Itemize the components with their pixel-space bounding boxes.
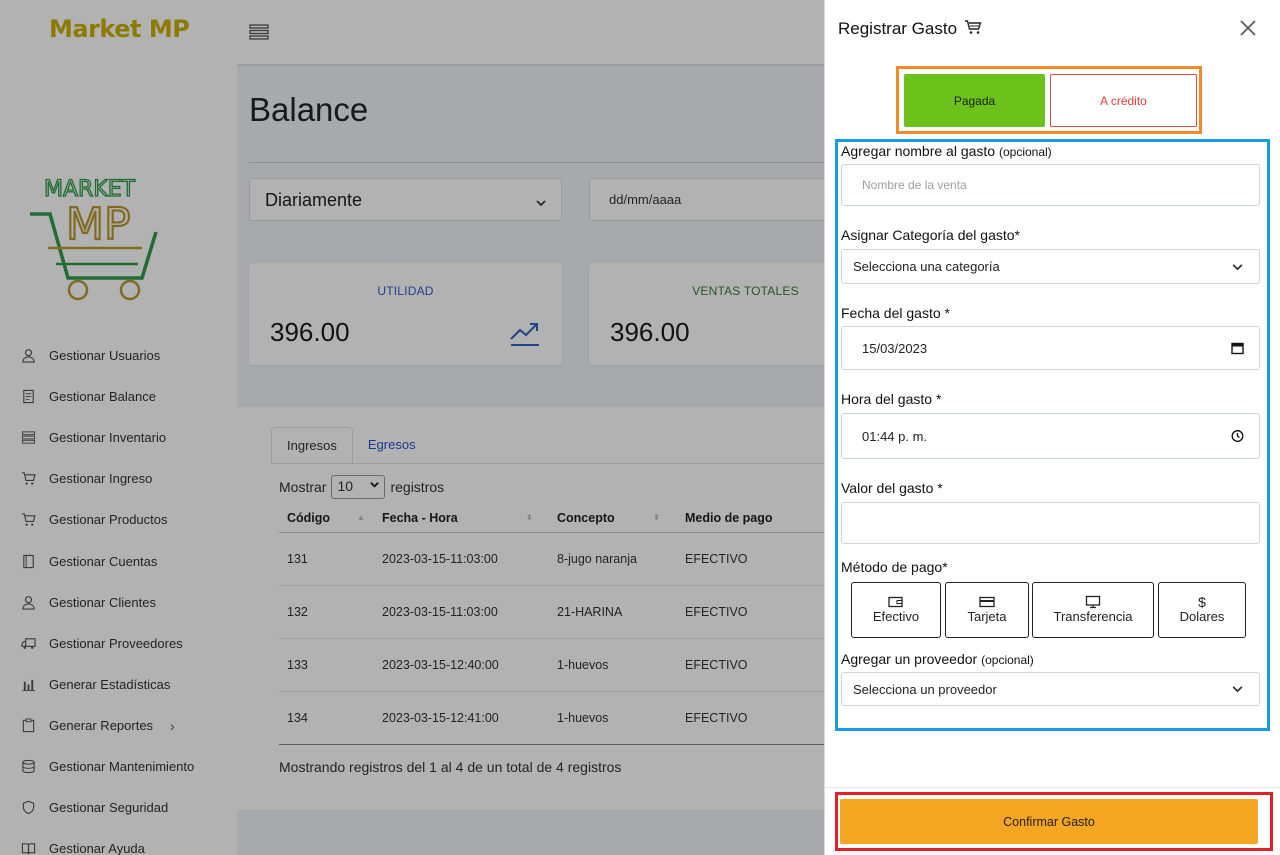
payment-transferencia-button[interactable]: Transferencia <box>1032 582 1154 638</box>
modal-backdrop[interactable] <box>0 0 824 855</box>
calendar-icon <box>1231 342 1244 355</box>
payment-label: Tarjeta <box>967 609 1007 624</box>
confirm-highlight: Confirmar Gasto <box>835 792 1273 851</box>
wallet-icon <box>888 595 904 609</box>
paid-status-button[interactable]: Pagada <box>904 74 1045 127</box>
footer-divider <box>825 787 1280 788</box>
cart-icon <box>964 19 982 35</box>
optional-hint: (opcional) <box>981 653 1034 667</box>
dollar-icon: $ <box>1194 594 1210 610</box>
svg-text:$: $ <box>1198 595 1206 609</box>
expense-date-value: 15/03/2023 <box>862 340 928 356</box>
panel-title-text: Registrar Gasto <box>838 19 958 38</box>
payment-method-label: Método de pago* <box>841 559 948 575</box>
date-field-label: Fecha del gasto * <box>841 305 950 321</box>
chevron-down-icon <box>1231 683 1244 696</box>
time-field-label: Hora del gasto * <box>841 391 942 407</box>
supplier-select-value: Selecciona un proveedor <box>853 681 997 697</box>
clock-icon <box>1231 430 1244 443</box>
category-select-value: Selecciona una categoría <box>853 259 1000 274</box>
registrar-gasto-panel: Registrar Gasto Pagada A crédito Agregar… <box>824 0 1280 855</box>
payment-label: Dolares <box>1179 609 1225 624</box>
amount-field-label: Valor del gasto * <box>841 480 943 496</box>
confirm-expense-button[interactable]: Confirmar Gasto <box>840 799 1258 844</box>
payment-status-group: Pagada A crédito <box>896 66 1202 134</box>
credit-status-button[interactable]: A crédito <box>1050 74 1197 127</box>
panel-title: Registrar Gasto <box>838 19 982 39</box>
expense-date-input[interactable]: 15/03/2023 <box>841 326 1260 370</box>
payment-label: Transferencia <box>1053 609 1133 624</box>
chevron-down-icon <box>1231 260 1244 273</box>
expense-time-value: 01:44 p. m. <box>862 428 928 444</box>
expense-amount-input[interactable] <box>841 502 1260 544</box>
expense-name-input[interactable]: Nombre de la venta <box>841 164 1260 206</box>
payment-tarjeta-button[interactable]: Tarjeta <box>945 582 1029 638</box>
monitor-icon <box>1085 595 1101 609</box>
payment-label: Efectivo <box>872 609 920 624</box>
close-icon[interactable] <box>1238 18 1258 38</box>
optional-hint: (opcional) <box>998 145 1052 159</box>
expense-form: Agregar nombre al gasto (opcional) Nombr… <box>835 139 1270 731</box>
panel-header: Registrar Gasto <box>825 0 1280 58</box>
payment-efectivo-button[interactable]: Efectivo <box>851 582 941 638</box>
category-field-label: Asignar Categoría del gasto* <box>841 227 1020 243</box>
category-select[interactable]: Selecciona una categoría <box>841 249 1260 284</box>
expense-time-input[interactable]: 01:44 p. m. <box>841 413 1260 459</box>
supplier-field-label: Agregar un proveedor (opcional) <box>841 651 1034 667</box>
credit-card-icon <box>979 595 995 609</box>
supplier-select[interactable]: Selecciona un proveedor <box>841 672 1260 706</box>
payment-dolares-button[interactable]: $ Dolares <box>1158 582 1246 638</box>
name-field-label: Agregar nombre al gasto (opcional) <box>841 143 1052 159</box>
